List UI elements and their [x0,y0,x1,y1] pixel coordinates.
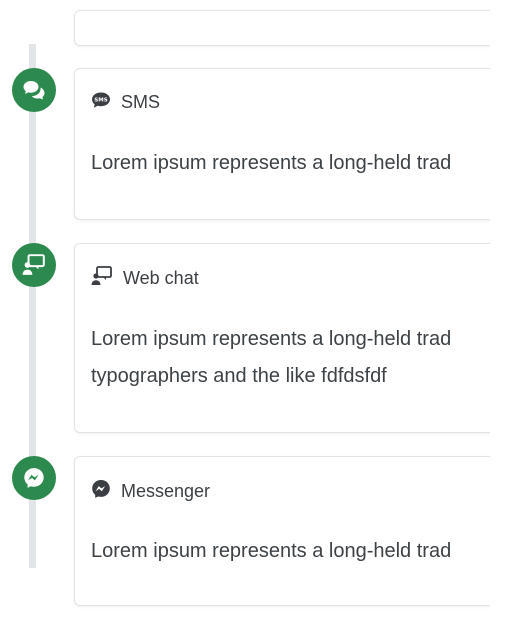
sms-icon: SMS [91,91,111,114]
timeline-card-web-chat[interactable]: Web chat Lorem ipsum represents a long-h… [74,243,490,433]
channel-label: Web chat [123,268,199,288]
timeline-card-previous[interactable] [74,10,490,46]
svg-text:SMS: SMS [94,98,107,104]
message-line: Lorem ipsum represents a long-held trad [91,152,452,174]
timeline-card-messenger[interactable]: Messenger Lorem ipsum represents a long-… [74,456,490,606]
web-chat-icon [22,254,46,276]
timeline-node-sms [12,68,56,112]
web-chat-icon [91,266,113,291]
card-header: SMS SMS [91,91,160,114]
channel-label: Messenger [121,481,211,501]
chat-bubbles-icon [22,79,46,101]
timeline-card-sms[interactable]: SMS SMS Lorem ipsum represents a long-he… [74,68,490,220]
message-text: Lorem ipsum represents a long-held trad [91,533,451,570]
messenger-icon [91,479,111,504]
timeline-cards-area: SMS SMS Lorem ipsum represents a long-he… [0,0,490,640]
card-header: Web chat [91,266,199,291]
conversation-timeline: SMS SMS Lorem ipsum represents a long-he… [0,0,530,640]
message-line: Lorem ipsum represents a long-held trad [91,328,452,350]
message-line: Lorem ipsum represents a long-held trad [91,540,452,562]
messenger-icon [23,467,45,489]
card-header: Messenger [91,479,210,504]
timeline-node-web-chat [12,243,56,287]
message-line: typographers and the like fdfdsfdf [91,365,387,387]
channel-label: SMS [121,92,161,112]
timeline-node-messenger [12,456,56,500]
message-text: Lorem ipsum represents a long-held trad … [91,321,451,395]
message-text: Lorem ipsum represents a long-held trad [91,145,451,182]
